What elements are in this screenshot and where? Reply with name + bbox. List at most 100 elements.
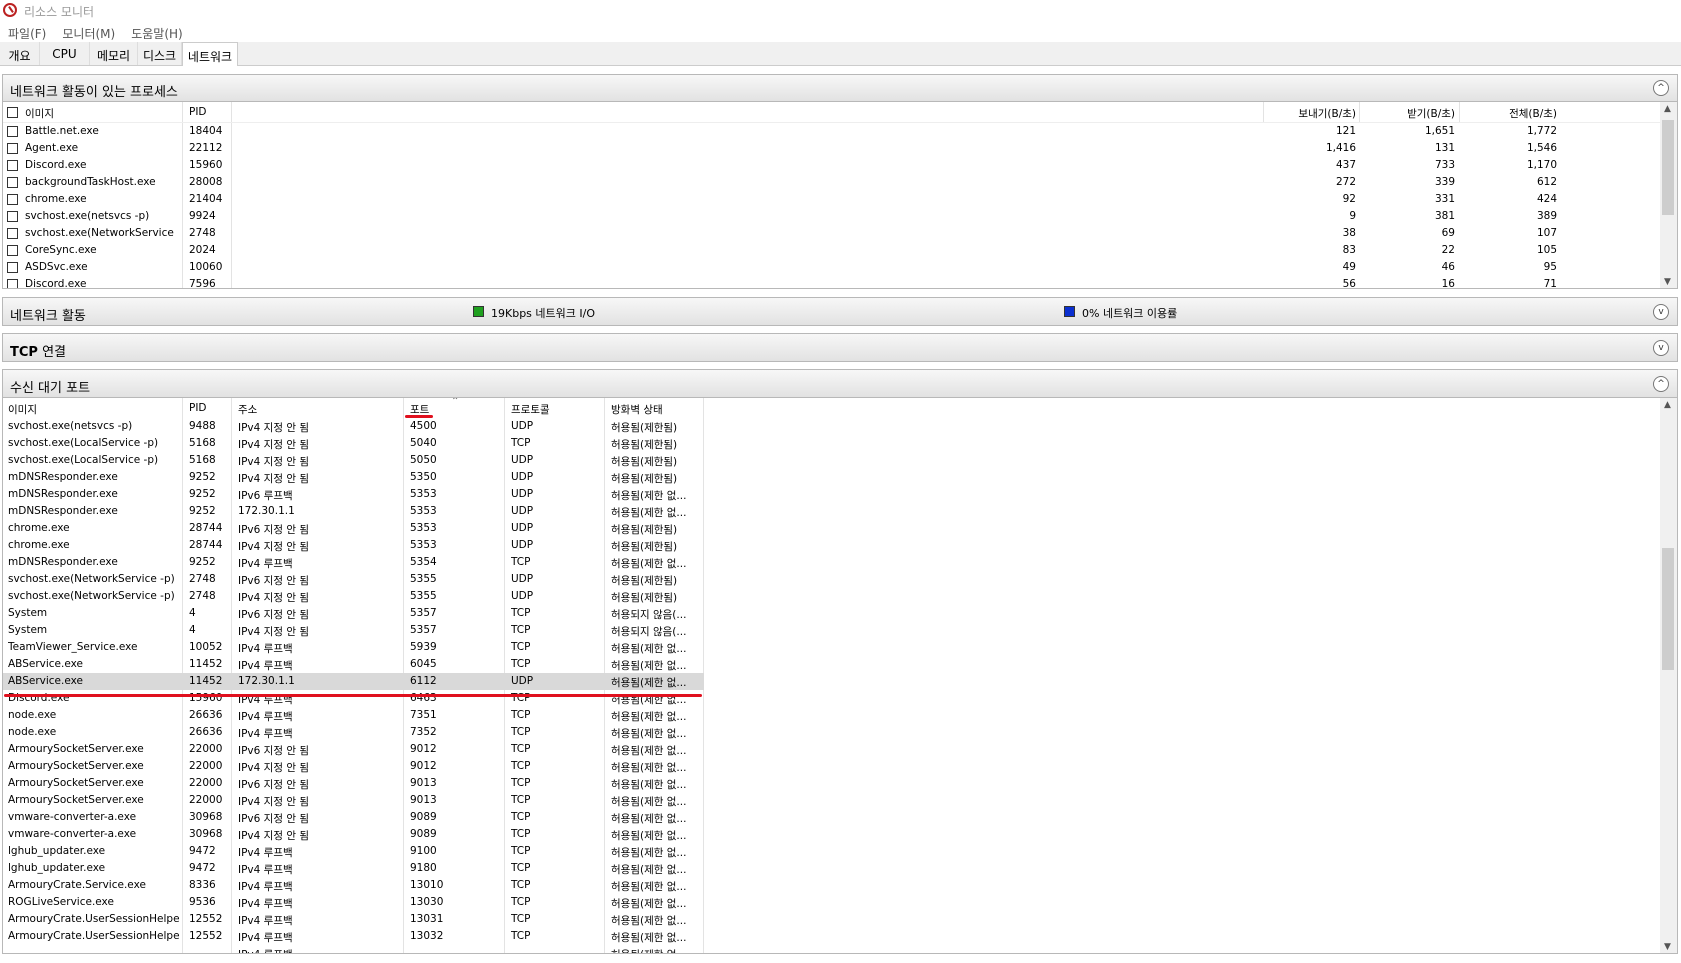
scroll-down-arrow-icon[interactable]: ▼ bbox=[1664, 277, 1671, 287]
listening-row[interactable]: ArmourySocketServer.exe 22000 IPv6 지정 안 됨 9… bbox=[3, 775, 1677, 792]
listening-row[interactable]: svchost.exe(LocalService -p) 5168 IPv4 지정 … bbox=[3, 435, 1677, 452]
tab-overview[interactable]: 개요 bbox=[0, 42, 40, 65]
col-image-header[interactable]: 이미지 bbox=[8, 402, 37, 417]
listening-row[interactable]: TeamViewer_Service.exe 10052 IPv4 루프백 5939 T… bbox=[3, 639, 1677, 656]
col-firewall-header[interactable]: 방화벽 상태 bbox=[611, 402, 663, 417]
listening-row[interactable]: mDNSResponder.exe 9252 IPv4 루프백 5354 TCP 허용됨(… bbox=[3, 554, 1677, 571]
listening-row[interactable]: ArmourySocketServer.exe 22000 IPv6 지정 안 됨 9… bbox=[3, 741, 1677, 758]
process-row[interactable]: CoreSync.exe 2024 83 22 105 bbox=[3, 242, 1677, 259]
listening-row[interactable]: chrome.exe 28744 IPv4 지정 안 됨 5353 UDP 허용됨(제한됨… bbox=[3, 537, 1677, 554]
listening-firewall: 허용됨(제한됨) bbox=[611, 422, 678, 434]
process-row[interactable]: chrome.exe 21404 92 331 424 bbox=[3, 191, 1677, 208]
process-row[interactable]: Battle.net.exe 18404 121 1,651 1,772 bbox=[3, 123, 1677, 140]
listening-protocol: UDP bbox=[511, 522, 534, 534]
tab-cpu[interactable]: CPU bbox=[40, 42, 90, 65]
col-send-header[interactable]: 보내기(B/초) bbox=[1263, 106, 1356, 121]
listening-row[interactable]: mDNSResponder.exe 9252 172.30.1.1 5353 UDP 허용… bbox=[3, 503, 1677, 520]
expand-chevron-down-icon[interactable]: v bbox=[1653, 340, 1669, 356]
listening-row[interactable]: ArmouryCrate.UserSessionHelpe... 12552 IPv… bbox=[3, 911, 1677, 928]
listening-row[interactable]: node.exe 26636 IPv4 루프백 7352 TCP 허용됨(제한 없... bbox=[3, 724, 1677, 741]
listening-row-selected[interactable]: ABService.exe 11452 172.30.1.1 6112 UDP 허용됨(제… bbox=[3, 673, 704, 690]
listening-firewall: 허용됨(제한 없... bbox=[611, 507, 687, 519]
process-row[interactable]: Discord.exe 7596 56 16 71 bbox=[3, 276, 1677, 288]
process-row[interactable]: svchost.exe(netsvcs -p) 9924 9 381 389 bbox=[3, 208, 1677, 225]
listening-row[interactable]: ArmourySocketServer.exe 22000 IPv4 지정 안 됨 9… bbox=[3, 758, 1677, 775]
listening-port: 5040 bbox=[410, 437, 437, 449]
listening-row[interactable]: lghub_updater.exe 9472 IPv4 루프백 9100 TCP 허용됨(… bbox=[3, 843, 1677, 860]
listening-row[interactable]: ABService.exe 11452 IPv4 루프백 6045 TCP 허용됨(제한 … bbox=[3, 656, 1677, 673]
col-pid-header[interactable]: PID bbox=[189, 402, 207, 414]
processes-scrollbar[interactable]: ▲ ▼ bbox=[1660, 102, 1677, 288]
process-row[interactable]: backgroundTaskHost.exe 28008 272 339 612 bbox=[3, 174, 1677, 191]
process-checkbox[interactable] bbox=[7, 228, 18, 239]
listening-protocol: TCP bbox=[511, 726, 531, 738]
process-checkbox[interactable] bbox=[7, 262, 18, 273]
listening-row[interactable]: vmware-converter-a.exe 30968 IPv4 지정 안 됨 90… bbox=[3, 826, 1677, 843]
select-all-checkbox[interactable] bbox=[7, 107, 18, 118]
listening-firewall: 허용됨(제한 없... bbox=[611, 490, 687, 502]
process-checkbox[interactable] bbox=[7, 279, 18, 288]
menu-monitor[interactable]: 모니터(M) bbox=[54, 22, 123, 42]
col-address-header[interactable]: 주소 bbox=[238, 402, 257, 417]
listening-row[interactable]: svchost.exe(LocalService -p) 5168 IPv4 지정 … bbox=[3, 452, 1677, 469]
process-row[interactable]: Agent.exe 22112 1,416 131 1,546 bbox=[3, 140, 1677, 157]
listening-row[interactable]: svchost.exe(NetworkService -p) 2748 IPv6 지… bbox=[3, 571, 1677, 588]
tab-memory[interactable]: 메모리 bbox=[90, 42, 138, 65]
scrollbar-thumb[interactable] bbox=[1662, 120, 1674, 215]
menu-file[interactable]: 파일(F) bbox=[0, 22, 54, 42]
process-checkbox[interactable] bbox=[7, 126, 18, 137]
listening-row[interactable]: Discord.exe 15960 IPv4 루프백 6463 TCP 허용됨(제한 없.… bbox=[3, 690, 1677, 707]
listening-row[interactable]: IPv4 루프백 허용됨(제한 없... bbox=[3, 945, 1677, 953]
col-image-header[interactable]: 이미지 bbox=[25, 106, 54, 121]
col-protocol-header[interactable]: 프로토콜 bbox=[511, 402, 550, 417]
listening-row[interactable]: mDNSResponder.exe 9252 IPv6 루프백 5353 UDP 허용됨(… bbox=[3, 486, 1677, 503]
col-recv-header[interactable]: 받기(B/초) bbox=[1359, 106, 1455, 121]
process-row[interactable]: Discord.exe 15960 437 733 1,170 bbox=[3, 157, 1677, 174]
listening-row[interactable]: mDNSResponder.exe 9252 IPv4 지정 안 됨 5350 UDP 허… bbox=[3, 469, 1677, 486]
listening-row[interactable]: vmware-converter-a.exe 30968 IPv6 지정 안 됨 90… bbox=[3, 809, 1677, 826]
col-pid-header[interactable]: PID bbox=[189, 106, 207, 118]
listening-row[interactable]: System 4 IPv6 지정 안 됨 5357 TCP 허용되지 않음(... bbox=[3, 605, 1677, 622]
process-pid: 9924 bbox=[189, 210, 216, 222]
listening-section-header[interactable]: 수신 대기 포트 ^ bbox=[2, 369, 1678, 398]
process-row[interactable]: svchost.exe(NetworkService -... 2748 38 69 1… bbox=[3, 225, 1677, 242]
process-checkbox[interactable] bbox=[7, 211, 18, 222]
listening-address: IPv4 루프백 bbox=[238, 660, 293, 672]
scroll-down-arrow-icon[interactable]: ▼ bbox=[1664, 942, 1671, 952]
listening-row[interactable]: ArmourySocketServer.exe 22000 IPv4 지정 안 됨 9… bbox=[3, 792, 1677, 809]
scrollbar-thumb[interactable] bbox=[1662, 548, 1674, 670]
listening-row[interactable]: ArmouryCrate.UserSessionHelpe... 12552 IPv… bbox=[3, 928, 1677, 945]
col-total-header[interactable]: 전체(B/초) bbox=[1459, 106, 1557, 121]
process-checkbox[interactable] bbox=[7, 177, 18, 188]
menu-help[interactable]: 도움말(H) bbox=[123, 22, 191, 42]
listening-row[interactable]: lghub_updater.exe 9472 IPv4 루프백 9180 TCP 허용됨(… bbox=[3, 860, 1677, 877]
listening-row[interactable]: svchost.exe(netsvcs -p) 9488 IPv4 지정 안 됨 45… bbox=[3, 418, 1677, 435]
collapse-chevron-up-icon[interactable]: ^ bbox=[1653, 376, 1669, 392]
listening-row[interactable]: svchost.exe(NetworkService -p) 2748 IPv4 지… bbox=[3, 588, 1677, 605]
expand-chevron-down-icon[interactable]: v bbox=[1653, 304, 1669, 320]
listening-row[interactable]: node.exe 26636 IPv4 루프백 7351 TCP 허용됨(제한 없... bbox=[3, 707, 1677, 724]
listening-image: System bbox=[8, 624, 48, 636]
process-checkbox[interactable] bbox=[7, 143, 18, 154]
listening-row[interactable]: System 4 IPv4 지정 안 됨 5357 TCP 허용되지 않음(... bbox=[3, 622, 1677, 639]
scroll-up-arrow-icon[interactable]: ▲ bbox=[1664, 400, 1671, 410]
activity-section-header[interactable]: 네트워크 활동 19Kbps 네트워크 I/O 0% 네트워크 이용률 v bbox=[2, 297, 1678, 326]
listening-address: IPv4 루프백 bbox=[238, 558, 293, 570]
process-checkbox[interactable] bbox=[7, 194, 18, 205]
listening-row[interactable]: ROGLiveService.exe 9536 IPv4 루프백 13030 TCP 허용… bbox=[3, 894, 1677, 911]
listening-address: IPv4 루프백 bbox=[238, 881, 293, 893]
process-checkbox[interactable] bbox=[7, 160, 18, 171]
tab-disk[interactable]: 디스크 bbox=[138, 42, 182, 65]
process-checkbox[interactable] bbox=[7, 245, 18, 256]
processes-section-header[interactable]: 네트워크 활동이 있는 프로세스 ^ bbox=[2, 74, 1678, 102]
listening-row[interactable]: ArmouryCrate.Service.exe 8336 IPv4 루프백 1301… bbox=[3, 877, 1677, 894]
process-row[interactable]: ASDSvc.exe 10060 49 46 95 bbox=[3, 259, 1677, 276]
tab-network[interactable]: 네트워크 bbox=[182, 42, 238, 66]
tcp-section-header[interactable]: TCP 연결 v bbox=[2, 333, 1678, 362]
listening-scrollbar[interactable]: ▲ ▼ bbox=[1660, 398, 1677, 953]
listening-row[interactable]: chrome.exe 28744 IPv6 지정 안 됨 5353 UDP 허용됨(제한됨… bbox=[3, 520, 1677, 537]
listening-pid: 11452 bbox=[189, 675, 223, 687]
listening-pid: 9488 bbox=[189, 420, 216, 432]
scroll-up-arrow-icon[interactable]: ▲ bbox=[1664, 104, 1671, 114]
collapse-chevron-up-icon[interactable]: ^ bbox=[1653, 80, 1669, 96]
